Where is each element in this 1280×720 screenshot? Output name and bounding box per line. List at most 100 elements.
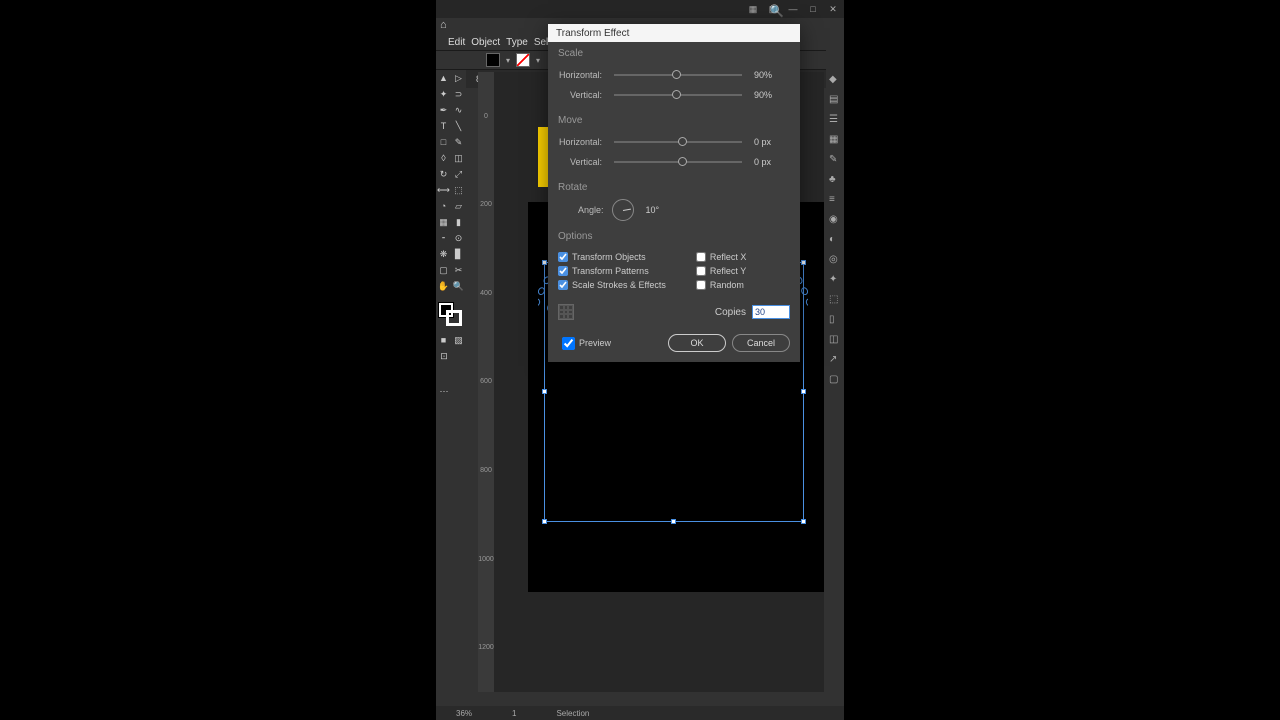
move-vertical-value[interactable]: 0 px [754,157,790,167]
eyedropper-tool[interactable]: ⁃ [437,231,450,245]
close-icon[interactable]: ✕ [826,3,840,15]
scale-vertical-slider[interactable] [614,94,742,96]
chevron-down-icon[interactable]: ▾ [506,56,510,65]
cancel-button[interactable]: Cancel [732,334,790,352]
align-panel-icon[interactable]: ▯ [829,314,841,326]
transform-patterns-checkbox[interactable]: Transform Patterns [558,266,666,276]
menu-select[interactable]: Sel [534,37,548,48]
minimize-icon[interactable]: — [786,3,800,15]
chevron-down-icon[interactable]: ▾ [536,56,540,65]
scale-horizontal-label: Horizontal: [558,70,602,80]
type-tool[interactable]: T [437,119,450,133]
symbols-panel-icon[interactable]: ♣ [829,174,841,186]
transform-objects-checkbox[interactable]: Transform Objects [558,252,666,262]
hand-tool[interactable]: ✋ [437,279,450,293]
selection-tool[interactable]: ▲ [437,71,450,85]
gradient-tool[interactable]: ▮ [452,215,465,229]
swatches-panel-icon[interactable]: ▦ [829,134,841,146]
eraser-tool[interactable]: ◫ [452,151,465,165]
zoom-level[interactable]: 36% [456,709,472,718]
home-icon[interactable]: ⌂ [440,19,454,33]
magic-wand-tool[interactable]: ✦ [437,87,450,101]
reflect-x-checkbox[interactable]: Reflect X [696,252,747,262]
screen-mode-icon[interactable]: ⊡ [437,349,451,363]
line-tool[interactable]: ╲ [452,119,465,133]
asset-export-panel-icon[interactable]: ↗ [829,354,841,366]
move-horizontal-label: Horizontal: [558,137,602,147]
scale-horizontal-value[interactable]: 90% [754,70,790,80]
search-icon[interactable]: 🔍 [769,4,784,18]
ruler-vertical: 020040060080010001200 [478,72,494,692]
reflect-y-checkbox[interactable]: Reflect Y [696,266,747,276]
artboard-tool[interactable]: ▢ [437,263,450,277]
rectangle-tool[interactable]: □ [437,135,450,149]
gradient-panel-icon[interactable]: ◐ [829,234,841,246]
dialog-title: Transform Effect [548,24,800,42]
menu-type[interactable]: Type [506,37,528,48]
gradient-mode-icon[interactable]: ▨ [452,333,465,347]
artboards-panel-icon[interactable]: ▢ [829,374,841,386]
fill-swatch[interactable] [486,53,500,67]
curvature-tool[interactable]: ∿ [452,103,465,117]
libraries-panel-icon[interactable]: ▤ [829,94,841,106]
workspace-icon[interactable]: ▦ [746,3,760,15]
angle-dial[interactable] [612,199,634,221]
reference-point-selector[interactable] [558,304,574,320]
shaper-tool[interactable]: ◊ [437,151,450,165]
free-transform-tool[interactable]: ⬚ [452,183,465,197]
move-horizontal-slider[interactable] [614,141,742,143]
move-section: Move Horizontal: 0 px Vertical: 0 px [548,109,800,176]
blend-tool[interactable]: ⊙ [452,231,465,245]
zoom-tool[interactable]: 🔍 [452,279,465,293]
resize-handle[interactable] [542,260,547,265]
brushes-panel-icon[interactable]: ✎ [829,154,841,166]
ok-button[interactable]: OK [668,334,726,352]
fill-stroke-indicator[interactable] [436,300,464,328]
tool-mode: Selection [556,709,589,718]
brush-tool[interactable]: ✎ [452,135,465,149]
layers-panel-icon[interactable]: ☰ [829,114,841,126]
resize-handle[interactable] [801,260,806,265]
pen-tool[interactable]: ✒ [437,103,450,117]
appearance-panel-icon[interactable]: ◎ [829,254,841,266]
resize-handle[interactable] [671,519,676,524]
scale-horizontal-slider[interactable] [614,74,742,76]
graph-tool[interactable]: ▊ [452,247,465,261]
resize-handle[interactable] [542,389,547,394]
random-checkbox[interactable]: Random [696,280,747,290]
move-vertical-slider[interactable] [614,161,742,163]
color-mode-icon[interactable]: ■ [437,333,450,347]
rotate-tool[interactable]: ↻ [437,167,450,181]
maximize-icon[interactable]: □ [806,3,820,15]
symbol-sprayer-tool[interactable]: ❋ [437,247,450,261]
resize-handle[interactable] [801,389,806,394]
artboard-nav[interactable]: 1 [512,709,516,718]
graphic-styles-panel-icon[interactable]: ✦ [829,274,841,286]
scale-strokes-checkbox[interactable]: Scale Strokes & Effects [558,280,666,290]
scale-tool[interactable]: ⤢ [452,167,465,181]
menu-object[interactable]: Object [471,37,500,48]
properties-panel-icon[interactable]: ◆ [829,74,841,86]
stroke-swatch[interactable] [516,53,530,67]
perspective-tool[interactable]: ▱ [452,199,465,213]
slice-tool[interactable]: ✂ [452,263,465,277]
resize-handle[interactable] [801,519,806,524]
scale-vertical-value[interactable]: 90% [754,90,790,100]
move-horizontal-value[interactable]: 0 px [754,137,790,147]
preview-checkbox[interactable]: Preview [558,337,611,350]
more-tools-icon[interactable]: ⋯ [437,384,451,398]
mesh-tool[interactable]: ▦ [437,215,450,229]
shape-builder-tool[interactable]: ◔ [437,199,450,213]
width-tool[interactable]: ⟷ [437,183,450,197]
lasso-tool[interactable]: ⊃ [452,87,465,101]
toolbox: ▲▷ ✦⊃ ✒∿ T╲ □✎ ◊◫ ↻⤢ ⟷⬚ ◔▱ ▦▮ ⁃⊙ ❋▊ ▢✂ ✋… [436,70,466,399]
pathfinder-panel-icon[interactable]: ◫ [829,334,841,346]
angle-value[interactable]: 10° [642,204,664,216]
transform-panel-icon[interactable]: ⬚ [829,294,841,306]
color-panel-icon[interactable]: ◉ [829,214,841,226]
direct-selection-tool[interactable]: ▷ [452,71,465,85]
menu-edit[interactable]: Edit [448,37,465,48]
stroke-panel-icon[interactable]: ≡ [829,194,841,206]
copies-input[interactable] [752,305,790,319]
resize-handle[interactable] [542,519,547,524]
